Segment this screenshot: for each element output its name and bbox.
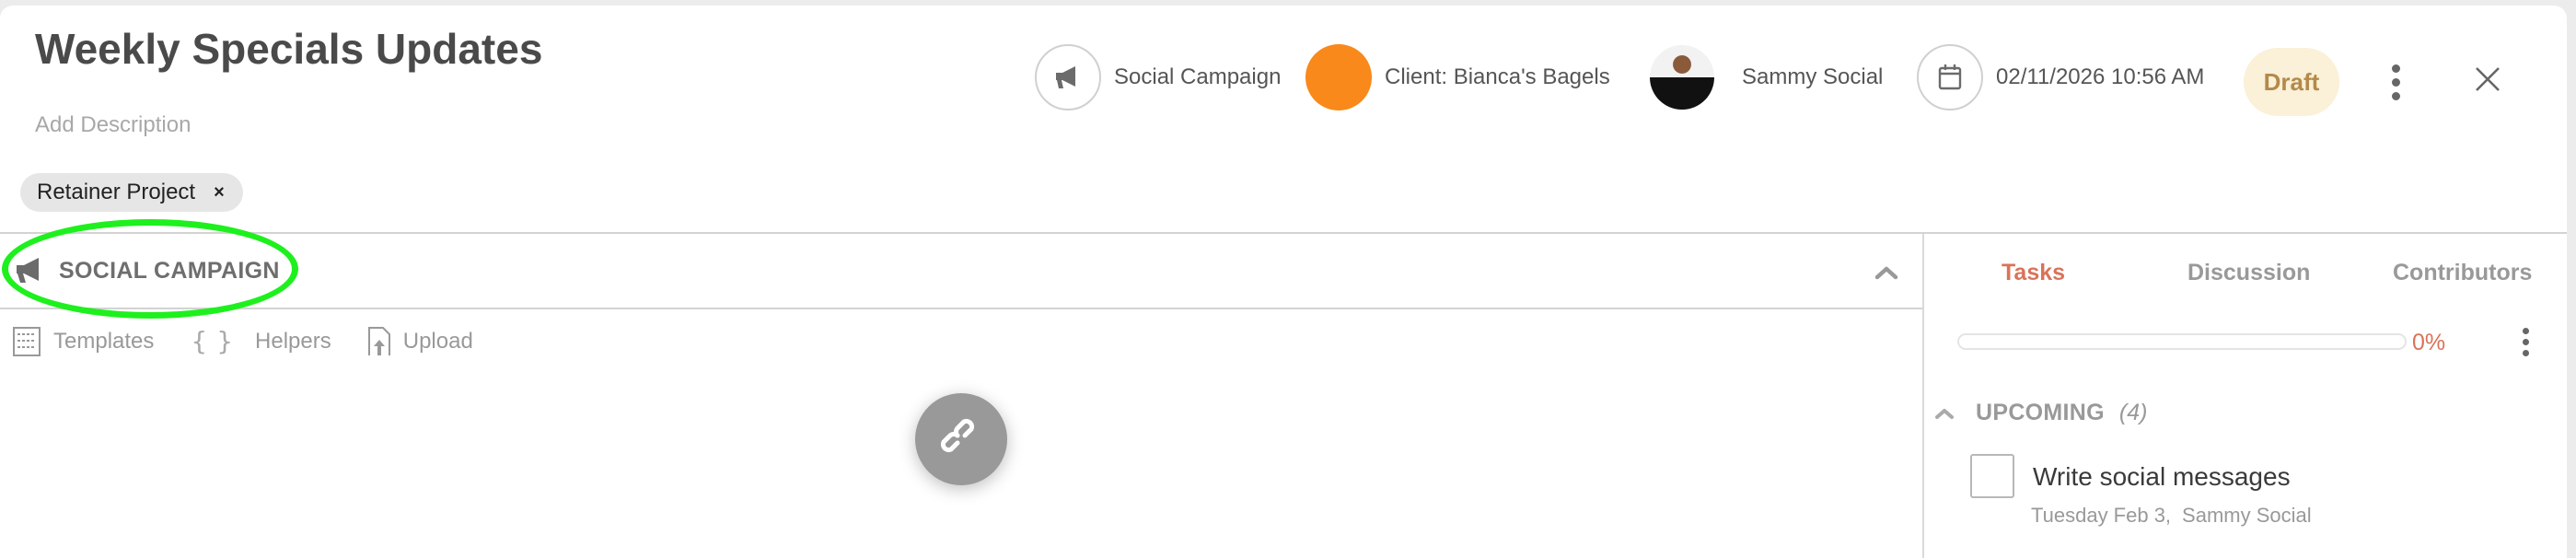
date-value: 02/11/2026 10:56 AM xyxy=(1996,64,2205,89)
chevron-up-icon[interactable] xyxy=(1874,265,1898,285)
braces-icon: {} xyxy=(191,326,243,356)
task-group-header[interactable]: UPCOMING (4) xyxy=(1935,400,2147,426)
remove-tag-icon[interactable]: × xyxy=(214,182,225,203)
tab-contributors[interactable]: Contributors xyxy=(2393,260,2532,286)
project-detail-card: Weekly Specials Updates Add Description … xyxy=(0,6,2567,558)
description-input[interactable]: Add Description xyxy=(35,112,191,138)
close-icon[interactable] xyxy=(2475,66,2501,97)
owner-selector[interactable]: Sammy Social xyxy=(1650,42,1883,112)
task-progress-bar xyxy=(1957,333,2407,350)
client-color-swatch xyxy=(1305,44,1372,110)
helpers-label: Helpers xyxy=(255,328,331,354)
task-assignee: Sammy Social xyxy=(2182,504,2312,527)
tag-chip: Retainer Project × xyxy=(20,173,243,212)
avatar xyxy=(1650,45,1714,110)
helpers-button[interactable]: {} Helpers xyxy=(191,326,331,356)
tasks-more-options-icon[interactable] xyxy=(2523,328,2529,356)
task-group-label: UPCOMING xyxy=(1976,400,2105,425)
header-divider xyxy=(0,232,2567,234)
task-meta: Tuesday Feb 3, Sammy Social xyxy=(2031,504,2312,528)
megaphone-icon xyxy=(1035,44,1101,110)
link-icon xyxy=(940,418,975,453)
date-picker[interactable]: 02/11/2026 10:56 AM xyxy=(1917,42,2204,112)
page-title[interactable]: Weekly Specials Updates xyxy=(35,24,542,74)
more-options-icon[interactable] xyxy=(2392,64,2400,100)
templates-icon xyxy=(13,326,41,356)
templates-button[interactable]: Templates xyxy=(13,326,155,356)
status-badge[interactable]: Draft xyxy=(2244,48,2339,116)
section-header-divider xyxy=(0,308,1924,309)
chevron-up-icon xyxy=(1935,408,1954,419)
upload-button[interactable]: Upload xyxy=(367,326,473,356)
client-label: Client: Bianca's Bagels xyxy=(1385,64,1610,89)
task-due-date: Tuesday Feb 3, xyxy=(2031,504,2172,527)
upload-label: Upload xyxy=(402,328,473,354)
highlight-annotation xyxy=(2,219,298,319)
client-selector[interactable]: Client: Bianca's Bagels xyxy=(1305,42,1610,112)
project-type[interactable]: Social Campaign xyxy=(1035,42,1281,112)
owner-name: Sammy Social xyxy=(1742,64,1884,89)
upload-icon xyxy=(367,326,390,355)
editor-toolbar: Templates {} Helpers Upload xyxy=(13,326,510,356)
templates-label: Templates xyxy=(53,328,155,354)
project-type-label: Social Campaign xyxy=(1114,64,1282,89)
task-title[interactable]: Write social messages xyxy=(2033,462,2291,492)
task-checkbox[interactable] xyxy=(1970,454,2014,498)
calendar-icon xyxy=(1917,44,1983,110)
tab-discussion[interactable]: Discussion xyxy=(2187,260,2310,286)
progress-percent: 0% xyxy=(2412,330,2446,355)
tab-tasks[interactable]: Tasks xyxy=(2002,260,2065,286)
sidebar-divider xyxy=(1922,234,1924,558)
link-button[interactable] xyxy=(915,393,1007,485)
task-group-count: (4) xyxy=(2118,400,2148,425)
tag-label: Retainer Project xyxy=(37,180,196,204)
